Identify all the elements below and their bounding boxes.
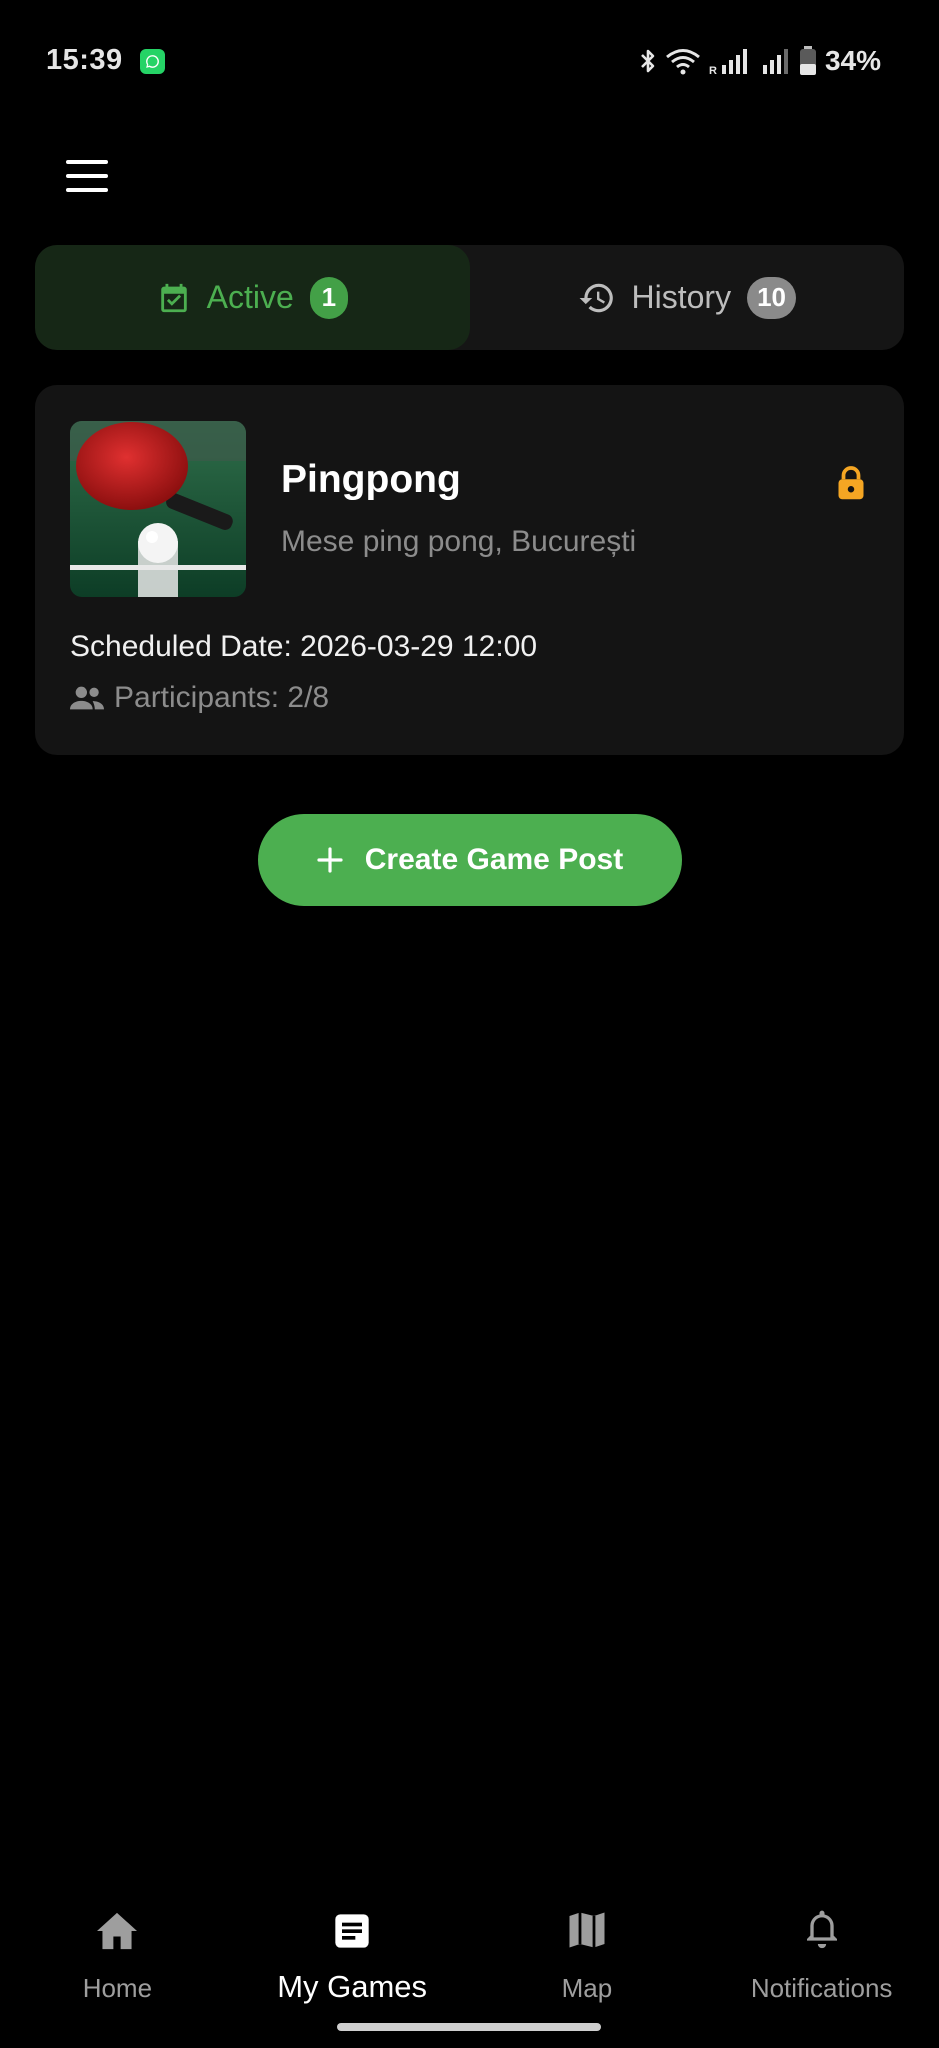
battery-icon	[799, 46, 816, 75]
tab-active-label: Active	[206, 279, 294, 315]
tab-history-label: History	[631, 279, 732, 315]
game-location: Mese ping pong, București	[281, 525, 637, 558]
create-game-post-button[interactable]: Create Game Post	[258, 814, 682, 906]
active-count-badge: 1	[309, 276, 348, 319]
participants-count: Participants: 2/8	[114, 681, 330, 714]
home-icon	[97, 1912, 138, 1950]
bell-icon	[806, 1910, 837, 1949]
nav-notifications[interactable]: Notifications	[704, 1880, 939, 2010]
signal-2-icon	[762, 49, 788, 74]
people-icon	[70, 686, 104, 710]
game-thumbnail	[70, 421, 246, 597]
battery-percent: 34%	[824, 45, 881, 76]
status-time: 15:39	[46, 44, 123, 76]
nav-notifications-label: Notifications	[750, 1973, 893, 2003]
nav-map[interactable]: Map	[470, 1880, 705, 2010]
nav-home-label: Home	[82, 1973, 153, 2003]
status-icons: R 34%	[639, 44, 881, 78]
participants-row: Participants: 2/8	[70, 681, 329, 715]
nav-home[interactable]: Home	[0, 1880, 235, 2010]
bluetooth-icon	[641, 49, 655, 73]
game-title: Pingpong	[281, 458, 461, 501]
game-card[interactable]: Pingpong Mese ping pong, București Sched…	[35, 385, 904, 755]
article-icon	[335, 1914, 369, 1948]
scheduled-date: Scheduled Date: 2026-03-29 12:00	[70, 630, 538, 663]
tab-active[interactable]: Active 1	[35, 245, 470, 350]
lock-icon	[838, 466, 864, 500]
nav-my-games[interactable]: My Games	[235, 1880, 470, 2010]
whatsapp-icon	[140, 49, 165, 74]
nav-map-label: Map	[561, 1973, 613, 2003]
tab-history[interactable]: History 10	[470, 245, 905, 350]
status-bar: 15:39 R 34%	[0, 0, 939, 120]
svg-text:R: R	[709, 65, 717, 75]
signal-icon: R	[709, 49, 747, 75]
calendar-check-icon	[160, 283, 187, 312]
hamburger-menu-icon[interactable]	[66, 160, 108, 192]
game-tabs: Active 1 History 10	[35, 245, 904, 350]
home-indicator[interactable]	[337, 2023, 601, 2031]
create-game-post-label: Create Game Post	[364, 843, 624, 876]
bottom-nav: Home My Games Map Notifications	[0, 1880, 939, 2010]
wifi-icon	[666, 49, 700, 75]
nav-my-games-label: My Games	[277, 1969, 428, 2004]
history-icon	[579, 283, 613, 312]
map-icon	[569, 1912, 605, 1948]
history-count-badge: 10	[747, 276, 796, 319]
plus-icon	[317, 847, 343, 873]
